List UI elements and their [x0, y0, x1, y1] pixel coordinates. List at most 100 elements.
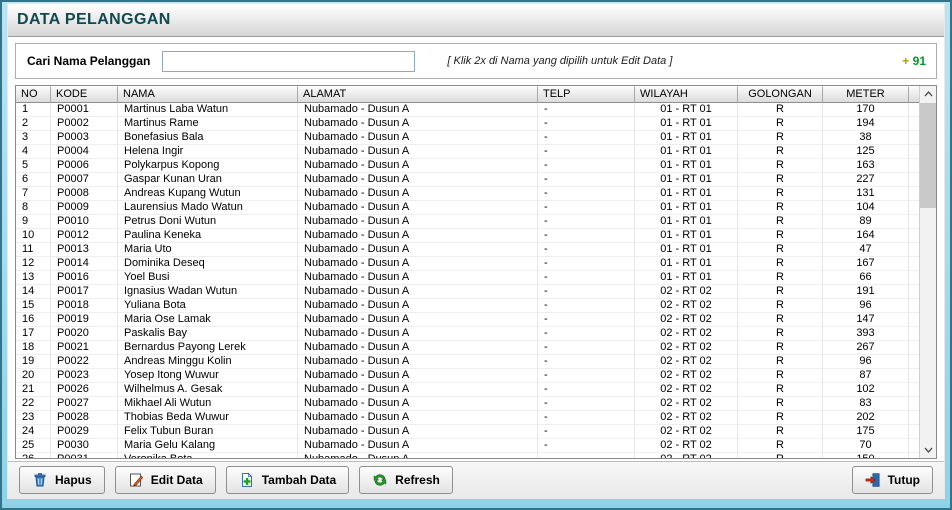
cell-golongan: R: [738, 285, 823, 299]
hapus-button[interactable]: Hapus: [19, 466, 105, 494]
scrollbar-thumb[interactable]: [920, 103, 936, 208]
cell-kode: P0017: [51, 285, 118, 299]
cell-filler: [909, 341, 919, 355]
cell-kode: P0021: [51, 341, 118, 355]
cell-no: 25: [16, 439, 51, 453]
cell-nama: Helena Ingir: [118, 145, 298, 159]
cell-alamat: Nubamado - Dusun A: [298, 355, 538, 369]
cell-telp: -: [538, 411, 635, 425]
cell-alamat: Nubamado - Dusun A: [298, 117, 538, 131]
cell-filler: [909, 271, 919, 285]
cell-meter: 131: [823, 187, 909, 201]
tambah-data-button[interactable]: Tambah Data: [226, 466, 349, 494]
table-row[interactable]: 3P0003Bonefasius BalaNubamado - Dusun A-…: [16, 131, 919, 145]
table-row[interactable]: 12P0014Dominika DeseqNubamado - Dusun A-…: [16, 257, 919, 271]
cell-golongan: R: [738, 439, 823, 453]
cell-golongan: R: [738, 117, 823, 131]
column-header-nama[interactable]: NAMA: [118, 86, 298, 103]
column-header-kode[interactable]: KODE: [51, 86, 118, 103]
table-row[interactable]: 19P0022Andreas Minggu KolinNubamado - Du…: [16, 355, 919, 369]
cell-filler: [909, 145, 919, 159]
table-row[interactable]: 22P0027Mikhael Ali WutunNubamado - Dusun…: [16, 397, 919, 411]
cell-meter: 194: [823, 117, 909, 131]
cell-meter: 96: [823, 355, 909, 369]
table-row[interactable]: 13P0016Yoel BusiNubamado - Dusun A-01 - …: [16, 271, 919, 285]
cell-no: 22: [16, 397, 51, 411]
cell-telp: -: [538, 383, 635, 397]
cell-telp: -: [538, 187, 635, 201]
cell-no: 15: [16, 299, 51, 313]
cell-telp: -: [538, 229, 635, 243]
cell-telp: -: [538, 257, 635, 271]
cell-no: 23: [16, 411, 51, 425]
cell-filler: [909, 187, 919, 201]
table-row[interactable]: 25P0030Maria Gelu KalangNubamado - Dusun…: [16, 439, 919, 453]
cell-kode: P0016: [51, 271, 118, 285]
cell-wilayah: 01 - RT 01: [635, 257, 738, 271]
search-panel: Cari Nama Pelanggan [ Klik 2x di Nama ya…: [15, 43, 937, 79]
cell-alamat: Nubamado - Dusun A: [298, 215, 538, 229]
cell-alamat: Nubamado - Dusun A: [298, 145, 538, 159]
table-row[interactable]: 26P0031Veronika BotaNubamado - Dusun A-0…: [16, 453, 919, 458]
cell-nama: Wilhelmus A. Gesak: [118, 383, 298, 397]
column-header-alamat[interactable]: ALAMAT: [298, 86, 538, 103]
record-count-value: 91: [913, 54, 926, 68]
edit-data-button[interactable]: Edit Data: [115, 466, 216, 494]
table-row[interactable]: 23P0028Thobias Beda WuwurNubamado - Dusu…: [16, 411, 919, 425]
cell-filler: [909, 103, 919, 117]
cell-no: 19: [16, 355, 51, 369]
cell-nama: Maria Gelu Kalang: [118, 439, 298, 453]
scroll-down-button[interactable]: [920, 442, 936, 458]
table-row[interactable]: 1P0001Martinus Laba WatunNubamado - Dusu…: [16, 103, 919, 117]
cell-wilayah: 01 - RT 01: [635, 159, 738, 173]
cell-meter: 125: [823, 145, 909, 159]
cell-kode: P0012: [51, 229, 118, 243]
cell-golongan: R: [738, 411, 823, 425]
cell-wilayah: 01 - RT 01: [635, 243, 738, 257]
table-row[interactable]: 9P0010Petrus Doni WutunNubamado - Dusun …: [16, 215, 919, 229]
cell-meter: 38: [823, 131, 909, 145]
table-row[interactable]: 17P0020Paskalis BayNubamado - Dusun A-02…: [16, 327, 919, 341]
column-header-telp[interactable]: TELP: [538, 86, 635, 103]
table-row[interactable]: 10P0012Paulina KenekaNubamado - Dusun A-…: [16, 229, 919, 243]
scroll-up-button[interactable]: [920, 86, 936, 102]
table-row[interactable]: 24P0029Felix Tubun BuranNubamado - Dusun…: [16, 425, 919, 439]
cell-wilayah: 01 - RT 01: [635, 117, 738, 131]
cell-nama: Veronika Bota: [118, 453, 298, 458]
cell-kode: P0027: [51, 397, 118, 411]
cell-meter: 167: [823, 257, 909, 271]
cell-telp: -: [538, 369, 635, 383]
table-row[interactable]: 7P0008Andreas Kupang WutunNubamado - Dus…: [16, 187, 919, 201]
table-row[interactable]: 4P0004Helena IngirNubamado - Dusun A-01 …: [16, 145, 919, 159]
table-row[interactable]: 5P0006Polykarpus KopongNubamado - Dusun …: [16, 159, 919, 173]
table-row[interactable]: 20P0023Yosep Itong WuwurNubamado - Dusun…: [16, 369, 919, 383]
record-count-badge: + 91: [902, 54, 926, 68]
table-row[interactable]: 2P0002Martinus RameNubamado - Dusun A-01…: [16, 117, 919, 131]
cell-kode: P0031: [51, 453, 118, 458]
cell-alamat: Nubamado - Dusun A: [298, 173, 538, 187]
vertical-scrollbar[interactable]: [919, 86, 936, 458]
search-input[interactable]: [162, 51, 415, 72]
column-header-no[interactable]: NO: [16, 86, 51, 103]
cell-golongan: R: [738, 383, 823, 397]
column-header-golongan[interactable]: GOLONGAN: [738, 86, 823, 103]
table-row[interactable]: 16P0019Maria Ose LamakNubamado - Dusun A…: [16, 313, 919, 327]
cell-telp: -: [538, 271, 635, 285]
column-header-wilayah[interactable]: WILAYAH: [635, 86, 738, 103]
table-row[interactable]: 8P0009Laurensius Mado WatunNubamado - Du…: [16, 201, 919, 215]
table-row[interactable]: 18P0021Bernardus Payong LerekNubamado - …: [16, 341, 919, 355]
cell-wilayah: 02 - RT 02: [635, 411, 738, 425]
bottom-toolbar: Hapus Edit Data Tambah Data Refresh Tutup: [8, 461, 944, 498]
cell-nama: Maria Ose Lamak: [118, 313, 298, 327]
table-row[interactable]: 6P0007Gaspar Kunan UranNubamado - Dusun …: [16, 173, 919, 187]
refresh-button[interactable]: Refresh: [359, 466, 453, 494]
tutup-button[interactable]: Tutup: [852, 466, 933, 494]
cell-no: 14: [16, 285, 51, 299]
table-row[interactable]: 11P0013Maria UtoNubamado - Dusun A-01 - …: [16, 243, 919, 257]
table-row[interactable]: 14P0017Ignasius Wadan WutunNubamado - Du…: [16, 285, 919, 299]
table-row[interactable]: 21P0026Wilhelmus A. GesakNubamado - Dusu…: [16, 383, 919, 397]
table-row[interactable]: 15P0018Yuliana BotaNubamado - Dusun A-02…: [16, 299, 919, 313]
cell-telp: -: [538, 243, 635, 257]
column-header-meter[interactable]: METER: [823, 86, 909, 103]
cell-alamat: Nubamado - Dusun A: [298, 131, 538, 145]
